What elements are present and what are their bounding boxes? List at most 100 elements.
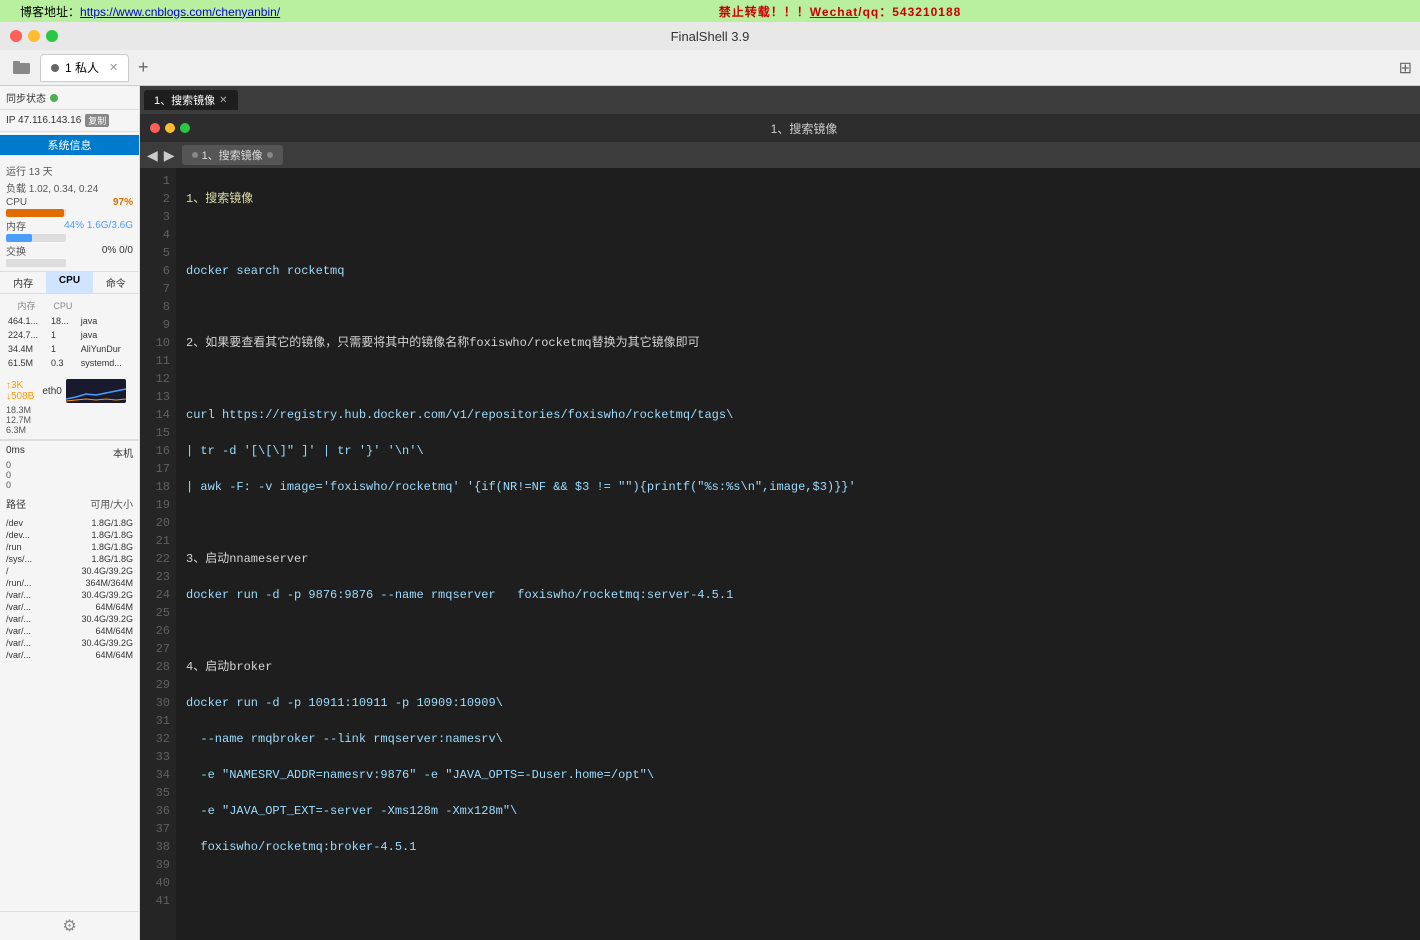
cpu-progress-fill xyxy=(6,209,64,217)
split-nav: ◀ ▶ 1、搜索镜像 xyxy=(140,142,1420,168)
code-line-7: curl https://registry.hub.docker.com/v1/… xyxy=(186,406,1420,424)
process-row: 34.4M1AliYunDur xyxy=(6,343,133,355)
avail-label: 可用/大小 xyxy=(90,496,133,511)
cpu-value: 97% xyxy=(113,197,133,208)
copy-ip-button[interactable]: 复制 xyxy=(85,114,109,127)
network-section: ↑3K ↓508B eth0 18.3M 12.7M 6.3M xyxy=(0,373,139,440)
code-line-8: | tr -d '[\[\]" ]' | tr '}' '\n'\ xyxy=(186,442,1420,460)
nav-tab-label: 1、搜索镜像 xyxy=(202,147,263,163)
cpu-label: CPU xyxy=(6,197,27,208)
stats-section: 运行 13 天 负载 1.02, 0.34, 0.24 CPU 97% 内存 4… xyxy=(0,158,139,272)
code-line-18: -e "JAVA_OPT_EXT=-server -Xms128m -Xmx12… xyxy=(186,802,1420,820)
latency-extra: 000 xyxy=(6,460,133,490)
process-row: 224.7...1java xyxy=(6,329,133,341)
cpu-progress-bar xyxy=(6,209,66,217)
blog-link[interactable]: https://www.cnblogs.com/chenyanbin/ xyxy=(80,5,280,19)
disk-row: /30.4G/39.2G xyxy=(6,565,133,577)
close-button[interactable] xyxy=(10,30,22,42)
code-line-14: 4、启动broker xyxy=(186,658,1420,676)
col-cpu-header: CPU xyxy=(49,298,77,313)
tl-close[interactable] xyxy=(150,123,160,133)
nav-tab-active[interactable]: 1、搜索镜像 xyxy=(182,145,283,165)
tl-maximize[interactable] xyxy=(180,123,190,133)
tab-bar-right: ⊞ xyxy=(1399,58,1412,78)
code-line-12: docker run -d -p 9876:9876 --name rmqser… xyxy=(186,586,1420,604)
run-time: 运行 13 天 xyxy=(6,162,133,179)
terminal-area: 1、搜索镜像 ✕ 1、搜索镜像 ◀ ▶ 1、搜索镜像 xyxy=(140,86,1420,940)
folder-icon[interactable] xyxy=(8,54,36,82)
disk-row: /var/...64M/64M xyxy=(6,601,133,613)
process-table: 内存 CPU 464.1...18...java 224.7...1java 3… xyxy=(4,296,135,371)
process-list: 内存 CPU 464.1...18...java 224.7...1java 3… xyxy=(0,294,139,373)
no-copy-notice: 禁止转载！！！Wechat/qq：543210188 xyxy=(719,3,962,20)
code-line-20 xyxy=(186,874,1420,892)
code-content[interactable]: 1、搜索镜像 docker search rocketmq 2、如果要查看其它的… xyxy=(176,168,1420,940)
terminal-tab-active[interactable]: 1、搜索镜像 ✕ xyxy=(144,90,238,110)
sync-dot xyxy=(50,94,58,102)
sidebar-bottom: ⚙ xyxy=(0,911,139,940)
download-indicator: ↓508B xyxy=(6,391,34,402)
mem-label: 内存 xyxy=(6,218,26,233)
terminal-title-bar: 1、搜索镜像 xyxy=(140,114,1420,142)
code-area[interactable]: 12345 678910 1112131415 1617181920 21222… xyxy=(140,168,1420,940)
disk-row: /dev...1.8G/1.8G xyxy=(6,529,133,541)
tab-indicator xyxy=(51,64,59,72)
settings-icon[interactable]: ⚙ xyxy=(62,916,76,936)
add-tab-button[interactable]: + xyxy=(131,56,155,80)
net-arrows: ↑3K ↓508B xyxy=(6,380,34,402)
nav-next-arrow[interactable]: ▶ xyxy=(161,147,178,164)
cpu-stat-row: CPU 97% xyxy=(6,196,133,209)
terminal-tab-label: 1、搜索镜像 xyxy=(154,92,215,108)
disk-row: /var/...30.4G/39.2G xyxy=(6,637,133,649)
code-line-11: 3、启动nnameserver xyxy=(186,550,1420,568)
disk-section: /dev1.8G/1.8G /dev...1.8G/1.8G /run1.8G/… xyxy=(0,513,139,911)
sync-section: 同步状态 xyxy=(0,86,139,110)
maximize-button[interactable] xyxy=(46,30,58,42)
code-line-3: docker search rocketmq xyxy=(186,262,1420,280)
ip-label: IP 47.116.143.16 xyxy=(6,115,81,126)
nav-tab-dot2 xyxy=(267,152,273,158)
tab-bar: 1 私人 ✕ + ⊞ xyxy=(0,50,1420,86)
tab-commands[interactable]: 命令 xyxy=(93,272,139,293)
terminal-title-text: 1、搜索镜像 xyxy=(771,120,838,137)
title-bar: FinalShell 3.9 xyxy=(0,22,1420,50)
tl-minimize[interactable] xyxy=(165,123,175,133)
net-interface: eth0 xyxy=(42,386,61,397)
load: 负载 1.02, 0.34, 0.24 xyxy=(6,179,133,196)
tab-private[interactable]: 1 私人 ✕ xyxy=(40,54,129,82)
mem-progress-fill xyxy=(6,234,32,242)
disk-row: /run/...364M/364M xyxy=(6,577,133,589)
code-line-9: | awk -F: -v image='foxiswho/rocketmq' '… xyxy=(186,478,1420,496)
blog-url: 博客地址：https://www.cnblogs.com/chenyanbin/ xyxy=(20,3,280,20)
swap-stat-row: 交换 0% 0/0 xyxy=(6,242,133,259)
upload-indicator: ↑3K xyxy=(6,380,34,391)
disk-header: 路径 可用/大小 xyxy=(0,494,139,513)
nav-tab-dot xyxy=(192,152,198,158)
tab-cpu[interactable]: CPU xyxy=(46,272,92,293)
system-info-button[interactable]: 系统信息 xyxy=(0,135,139,155)
disk-row: /dev1.8G/1.8G xyxy=(6,517,133,529)
disk-row: /var/...64M/64M xyxy=(6,649,133,661)
disk-row: /sys/...1.8G/1.8G xyxy=(6,553,133,565)
terminal-tab-bar: 1、搜索镜像 ✕ xyxy=(140,86,1420,114)
tab-memory[interactable]: 内存 xyxy=(0,272,46,293)
top-banner: 博客地址：https://www.cnblogs.com/chenyanbin/… xyxy=(0,0,1420,22)
traffic-lights xyxy=(150,123,190,133)
terminal-tab-close[interactable]: ✕ xyxy=(219,95,227,106)
swap-label: 交换 xyxy=(6,243,26,258)
grid-view-icon[interactable]: ⊞ xyxy=(1399,58,1412,78)
sidebar: 同步状态 IP 47.116.143.16 复制 系统信息 运行 13 天 负载… xyxy=(0,86,140,940)
minimize-button[interactable] xyxy=(28,30,40,42)
code-line-4 xyxy=(186,298,1420,316)
code-line-19: foxiswho/rocketmq:broker-4.5.1 xyxy=(186,838,1420,856)
nav-prev-arrow[interactable]: ◀ xyxy=(144,147,161,164)
swap-value: 0% 0/0 xyxy=(102,245,133,256)
main-layout: 同步状态 IP 47.116.143.16 复制 系统信息 运行 13 天 负载… xyxy=(0,86,1420,940)
code-line-10 xyxy=(186,514,1420,532)
net-bytes: 18.3M 12.7M 6.3M xyxy=(6,405,133,435)
line-numbers: 12345 678910 1112131415 1617181920 21222… xyxy=(140,168,176,940)
tab-close-icon[interactable]: ✕ xyxy=(109,61,118,74)
path-label: 路径 xyxy=(6,496,26,511)
window-controls xyxy=(10,30,58,42)
code-line-1: 1、搜索镜像 xyxy=(186,190,1420,208)
